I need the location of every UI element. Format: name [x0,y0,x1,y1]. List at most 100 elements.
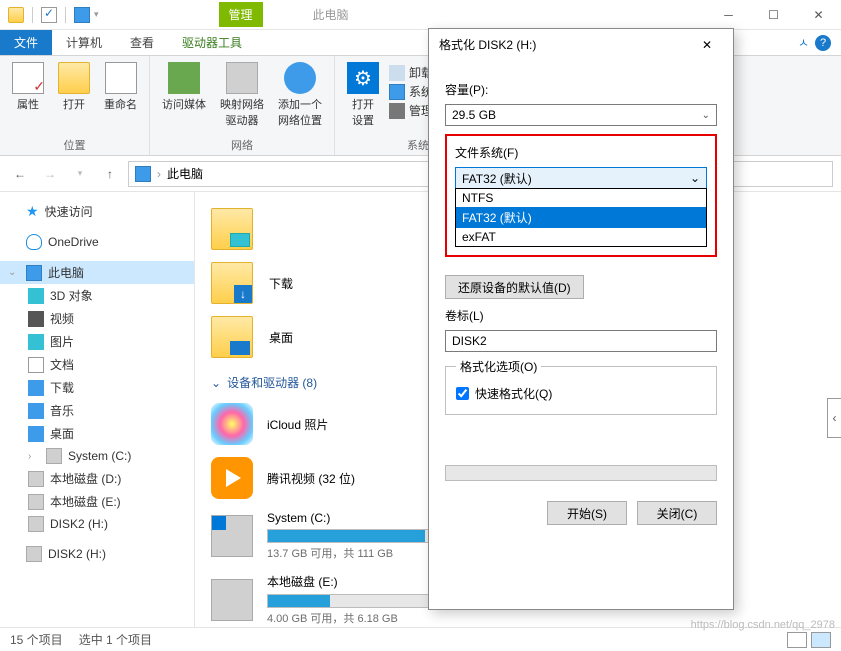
uninstall-icon [389,65,405,81]
video-icon [28,311,44,327]
drive-capacity-bar [267,594,447,608]
sidebar-thispc[interactable]: ⌄ 此电脑 [0,261,194,284]
tab-drive-tools[interactable]: 驱动器工具 [168,30,256,55]
btn-access-media[interactable]: 访问媒体 [158,60,210,135]
btn-open[interactable]: 打开 [54,60,94,135]
sidebar-pictures[interactable]: 图片 [0,330,194,353]
minimize-button[interactable]: ─ [706,0,751,30]
folder-icon: ↓ [211,262,253,304]
btn-rename[interactable]: 重命名 [100,60,141,135]
view-details-icon[interactable] [787,632,807,648]
dialog-close-button[interactable]: ✕ [691,31,723,59]
filesystem-select[interactable]: FAT32 (默认) ⌄ [455,167,707,189]
btn-map-drive[interactable]: 映射网络 驱动器 [216,60,268,135]
dialog-title-bar: 格式化 DISK2 (H:) ✕ [429,29,733,61]
view-tiles-icon[interactable] [811,632,831,648]
sidebar-documents[interactable]: 文档 [0,353,194,376]
sidebar-drive-c[interactable]: ›System (C:) [0,445,194,467]
fs-option-ntfs[interactable]: NTFS [456,189,706,207]
quick-format-checkbox[interactable]: 快速格式化(Q) [456,385,706,402]
sidebar-downloads[interactable]: 下载 [0,376,194,399]
nav-up[interactable]: ↑ [98,162,122,186]
btn-properties[interactable]: ✓ 属性 [8,60,48,135]
document-icon [28,357,44,373]
maximize-button[interactable]: ☐ [751,0,796,30]
contextual-tab-manage[interactable]: 管理 [219,2,263,27]
ribbon-collapse-icon[interactable]: ㅅ [798,34,809,51]
picture-icon [28,334,44,350]
status-item-count: 15 个项目 [10,631,63,648]
open-icon [58,62,90,94]
volume-label-input[interactable] [445,330,717,352]
sidebar-desktop[interactable]: 桌面 [0,422,194,445]
music-icon [28,403,44,419]
settings-icon: ⚙ [347,62,379,94]
format-dialog: 格式化 DISK2 (H:) ✕ 容量(P): 29.5 GB ⌄ 文件系统(F… [428,28,734,610]
rename-icon [105,62,137,94]
sysprops-icon [389,84,405,100]
sidebar-drive-e[interactable]: 本地磁盘 (E:) [0,490,194,513]
sidebar-drive-d[interactable]: 本地磁盘 (D:) [0,467,194,490]
properties-icon: ✓ [12,62,44,94]
sidebar-onedrive[interactable]: OneDrive [0,231,194,253]
qat-checkbox-icon[interactable]: ✓ [41,7,57,23]
chevron-down-icon[interactable]: ⌄ [8,267,20,278]
start-button[interactable]: 开始(S) [547,501,627,525]
capacity-label: 容量(P): [445,81,717,98]
format-progress-bar [445,465,717,481]
disk-icon [46,448,62,464]
disk-icon [28,516,44,532]
tab-view[interactable]: 查看 [116,30,168,55]
close-button[interactable]: 关闭(C) [637,501,717,525]
chevron-down-icon: ⌄ [702,110,710,121]
quick-format-input[interactable] [456,387,469,400]
btn-add-netloc[interactable]: 添加一个 网络位置 [274,60,326,135]
desktop-icon [28,426,44,442]
close-button[interactable]: ✕ [796,0,841,30]
manage-icon [389,103,405,119]
sidebar-drive-h[interactable]: DISK2 (H:) [0,513,194,535]
tencent-icon [211,457,253,499]
filesystem-dropdown: NTFS FAT32 (默认) exFAT [455,188,707,247]
fs-option-exfat[interactable]: exFAT [456,228,706,246]
tab-file[interactable]: 文件 [0,30,52,55]
group-location-label: 位置 [8,135,141,153]
breadcrumb-location[interactable]: 此电脑 [167,165,203,182]
cube-icon [28,288,44,304]
nav-recent-dropdown[interactable]: ▾ [68,162,92,186]
sidebar-drive-h2[interactable]: DISK2 (H:) [0,543,194,565]
side-expand-tab[interactable]: ‹ [827,398,841,438]
star-icon: ★ [26,203,39,220]
restore-defaults-button[interactable]: 还原设备的默认值(D) [445,275,584,299]
download-icon [28,380,44,396]
breadcrumb-icon [135,166,151,182]
qat-thispc-icon[interactable] [74,7,90,23]
disk-icon [28,471,44,487]
chevron-right-icon[interactable]: › [157,167,161,181]
filesystem-label: 文件系统(F) [455,144,707,161]
qat-dropdown-icon[interactable]: ▾ [94,9,99,20]
sidebar-quick-access[interactable]: ★ 快速访问 [0,200,194,223]
disk-icon [28,494,44,510]
drive-capacity-bar [267,529,447,543]
sidebar-videos[interactable]: 视频 [0,307,194,330]
title-bar: ✓ ▾ 管理 此电脑 ─ ☐ ✕ [0,0,841,30]
nav-forward[interactable]: → [38,162,62,186]
dialog-title: 格式化 DISK2 (H:) [439,36,536,53]
fs-option-fat32[interactable]: FAT32 (默认) [456,207,706,228]
chevron-down-icon[interactable]: ⌄ [211,376,221,390]
btn-open-settings[interactable]: ⚙ 打开 设置 [343,60,383,135]
capacity-select[interactable]: 29.5 GB ⌄ [445,104,717,126]
format-options-fieldset: 格式化选项(O) 快速格式化(Q) [445,358,717,415]
sidebar: ★ 快速访问 OneDrive ⌄ 此电脑 3D 对象 视频 图片 文档 下载 … [0,192,195,627]
chevron-down-icon: ⌄ [690,171,700,185]
help-icon[interactable]: ? [815,35,831,51]
map-drive-icon [226,62,258,94]
sidebar-3d[interactable]: 3D 对象 [0,284,194,307]
icloud-icon [211,403,253,445]
media-icon [168,62,200,94]
tab-computer[interactable]: 计算机 [52,30,116,55]
sidebar-music[interactable]: 音乐 [0,399,194,422]
nav-back[interactable]: ← [8,162,32,186]
disk-icon [211,579,253,621]
